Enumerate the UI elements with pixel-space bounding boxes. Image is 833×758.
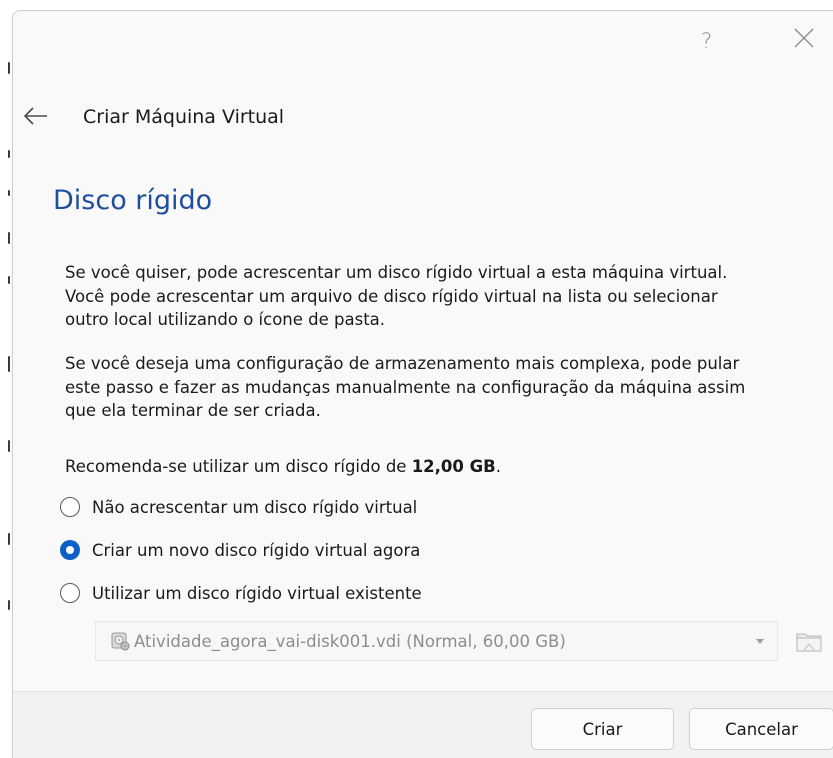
background-window-edge bbox=[0, 0, 12, 758]
radio-use-existing-disk[interactable]: Utilizar um disco rígido virtual existen… bbox=[60, 581, 422, 605]
close-button[interactable] bbox=[791, 25, 817, 51]
description-line: este passo e fazer as mudanças manualmen… bbox=[65, 377, 746, 397]
recommended-size-text: Recomenda-se utilizar um disco rígido de… bbox=[65, 455, 815, 479]
description-line: Se você deseja uma configuração de armaz… bbox=[65, 354, 740, 373]
create-vm-dialog: ? Criar Máquina Virtual Disco rígido Se … bbox=[12, 10, 833, 758]
recommend-suffix: . bbox=[495, 457, 501, 476]
radio-button[interactable] bbox=[60, 583, 80, 603]
description-line: outro local utilizando o ícone de pasta. bbox=[65, 310, 386, 329]
create-button[interactable]: Criar bbox=[531, 708, 674, 750]
chevron-down-icon bbox=[756, 639, 764, 644]
help-button[interactable]: ? bbox=[701, 29, 712, 53]
radio-label: Criar um novo disco rígido virtual agora bbox=[92, 540, 421, 560]
back-arrow-icon bbox=[23, 107, 47, 125]
radio-label: Não acrescentar um disco rígido virtual bbox=[92, 497, 418, 517]
recommend-prefix: Recomenda-se utilizar um disco rígido de bbox=[65, 457, 412, 476]
dialog-footer: Criar Cancelar bbox=[13, 691, 833, 758]
recommended-size-value: 12,00 GB bbox=[411, 457, 496, 476]
radio-no-disk[interactable]: Não acrescentar um disco rígido virtual bbox=[60, 495, 417, 519]
back-button[interactable] bbox=[23, 106, 49, 126]
description-line: Se você quiser, pode acrescentar um disc… bbox=[65, 263, 728, 282]
folder-icon bbox=[796, 633, 822, 652]
radio-label: Utilizar um disco rígido virtual existen… bbox=[92, 583, 422, 603]
choose-disk-file-button[interactable] bbox=[794, 626, 824, 656]
cancel-button[interactable]: Cancelar bbox=[689, 708, 833, 750]
page-title: Disco rígido bbox=[53, 185, 213, 216]
close-icon bbox=[794, 28, 814, 48]
description-line: que ela terminar de ser criada. bbox=[65, 401, 321, 420]
dialog-header-title: Criar Máquina Virtual bbox=[83, 106, 285, 128]
radio-button-checked[interactable] bbox=[60, 540, 80, 560]
description-paragraph-2: Se você deseja uma configuração de armaz… bbox=[65, 352, 815, 423]
existing-disk-select[interactable]: Atividade_agora_vai-disk001.vdi (Normal,… bbox=[95, 621, 778, 661]
radio-create-new-disk[interactable]: Criar um novo disco rígido virtual agora bbox=[60, 538, 420, 562]
disk-select-value: Atividade_agora_vai-disk001.vdi (Normal,… bbox=[134, 631, 566, 651]
hard-disk-icon bbox=[111, 632, 130, 651]
description-line: Você pode acrescentar um arquivo de disc… bbox=[65, 286, 718, 306]
description-paragraph-1: Se você quiser, pode acrescentar um disc… bbox=[65, 261, 815, 332]
radio-button[interactable] bbox=[60, 497, 80, 517]
